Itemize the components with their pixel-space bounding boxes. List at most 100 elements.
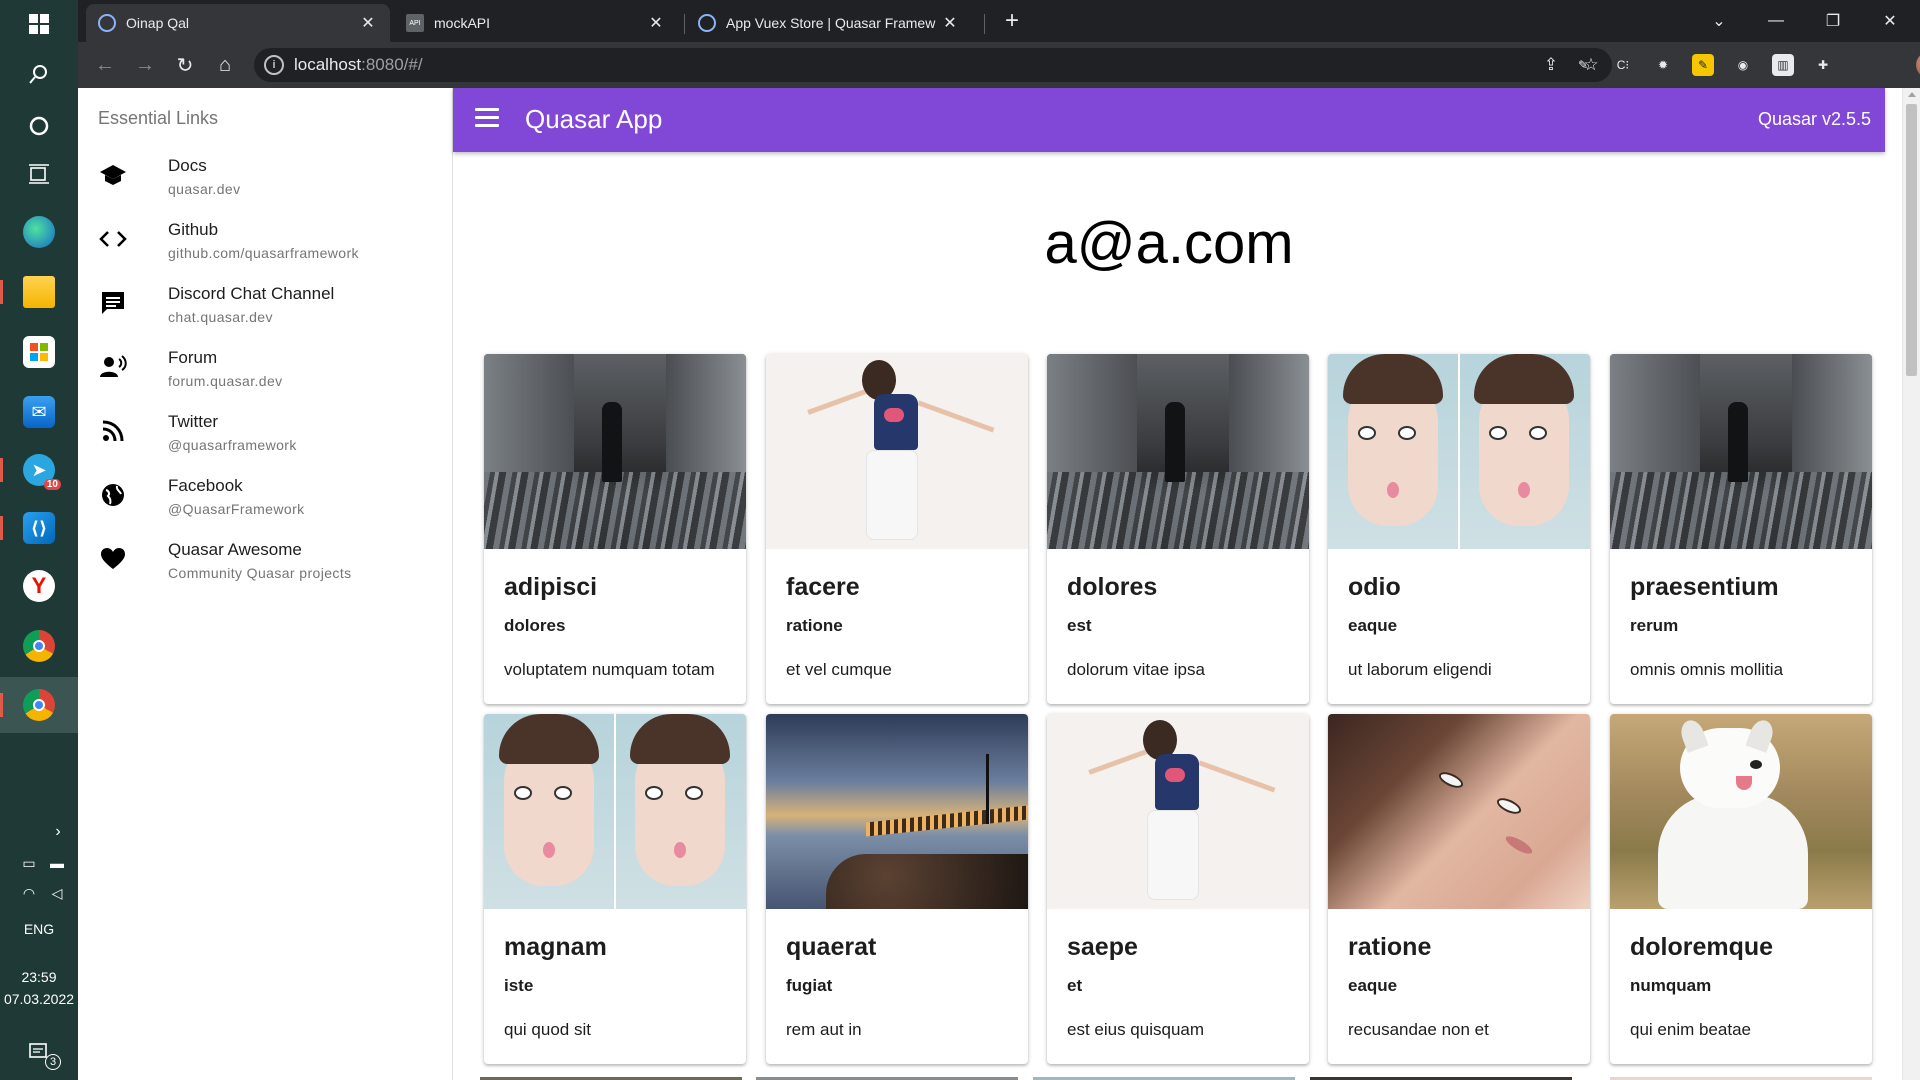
card-image bbox=[484, 714, 746, 909]
task-view-icon[interactable] bbox=[19, 154, 59, 194]
page-scrollbar[interactable] bbox=[1902, 88, 1920, 1080]
pen-icon[interactable]: ✎ bbox=[1572, 54, 1594, 76]
card-title: odio bbox=[1348, 573, 1401, 601]
tab-mockapi[interactable]: API mockAPI ✕ bbox=[394, 4, 678, 42]
card-subtitle: eaque bbox=[1348, 976, 1398, 995]
close-tab-icon[interactable]: ✕ bbox=[646, 13, 666, 33]
restore-icon[interactable]: ❐ bbox=[1805, 0, 1861, 42]
taskbar-app-telegram[interactable]: ➤ 10 bbox=[0, 442, 78, 498]
cortana-icon[interactable] bbox=[19, 106, 59, 146]
product-card[interactable]: saepe et est eius quisquam bbox=[1047, 714, 1309, 1064]
card-subtitle: numquam bbox=[1630, 976, 1712, 995]
drawer-link-forum[interactable]: Forum forum.quasar.dev bbox=[78, 338, 453, 402]
windows-start-icon[interactable] bbox=[19, 4, 59, 44]
drawer-link-github[interactable]: Github github.com/quasarframework bbox=[78, 210, 453, 274]
clock-date[interactable]: 07.03.2022 bbox=[0, 991, 78, 1007]
product-card[interactable]: ratione eaque recusandae non et bbox=[1328, 714, 1590, 1064]
taskbar-app-chrome[interactable] bbox=[0, 618, 78, 674]
card-subtitle: dolores bbox=[504, 616, 566, 635]
pinned-indicator bbox=[0, 280, 3, 304]
note-icon[interactable]: ✎ bbox=[1692, 54, 1714, 76]
record-voice-icon bbox=[98, 352, 128, 382]
tab-vuex-store[interactable]: App Vuex Store | Quasar Framew ✕ bbox=[686, 4, 972, 42]
taskbar-app-yandex[interactable]: Y bbox=[0, 558, 78, 614]
store-icon bbox=[23, 336, 55, 368]
volume-icon[interactable]: ◁ bbox=[46, 884, 68, 902]
card-text: ut laborum eligendi bbox=[1348, 660, 1492, 679]
home-icon[interactable]: ⌂ bbox=[210, 50, 240, 80]
product-card[interactable]: adipisci dolores voluptatem numquam tota… bbox=[484, 354, 746, 704]
tab-separator bbox=[684, 14, 685, 34]
card-text: rem aut in bbox=[786, 1020, 862, 1039]
close-tab-icon[interactable]: ✕ bbox=[940, 13, 960, 33]
url-text[interactable]: localhost:8080/#/ bbox=[294, 55, 423, 75]
vscode-icon: ⟨⟩ bbox=[23, 512, 55, 544]
drawer-link-facebook[interactable]: Facebook @QuasarFramework bbox=[78, 466, 453, 530]
drawer-link-docs[interactable]: Docs quasar.dev bbox=[78, 146, 453, 210]
tablet-mode-icon[interactable]: ▭ bbox=[18, 854, 40, 872]
taskbar-app-vscode[interactable]: ⟨⟩ bbox=[0, 500, 78, 556]
language-indicator[interactable]: ENG bbox=[0, 921, 78, 937]
menu-icon[interactable] bbox=[475, 108, 499, 128]
product-card[interactable]: doloremque numquam qui enim beatae bbox=[1610, 714, 1872, 1064]
card-title: adipisci bbox=[504, 573, 598, 601]
product-card[interactable]: magnam iste qui quod sit bbox=[484, 714, 746, 1064]
product-card[interactable]: quaerat fugiat rem aut in bbox=[766, 714, 1028, 1064]
share-icon[interactable]: ⇪ bbox=[1540, 54, 1562, 76]
close-tab-icon[interactable]: ✕ bbox=[358, 13, 378, 33]
clock-time[interactable]: 23:59 bbox=[0, 969, 78, 985]
product-card[interactable]: praesentium rerum omnis omnis mollitia bbox=[1610, 354, 1872, 704]
profile-avatar[interactable] bbox=[1916, 52, 1920, 78]
telegram-badge: 10 bbox=[43, 479, 61, 490]
puzzle-icon[interactable]: ✚ bbox=[1812, 54, 1834, 76]
card-image bbox=[1047, 354, 1309, 549]
scrollbar-thumb[interactable] bbox=[1906, 104, 1917, 376]
minimize-icon[interactable]: — bbox=[1748, 0, 1804, 42]
pinned-indicator bbox=[0, 516, 3, 540]
chevron-right-icon[interactable]: › bbox=[38, 812, 78, 852]
search-icon[interactable] bbox=[19, 54, 59, 94]
back-icon[interactable]: ← bbox=[90, 50, 120, 80]
css-icon[interactable]: C⁝ bbox=[1612, 54, 1634, 76]
link-title: Github bbox=[168, 220, 219, 239]
notification-count: 3 bbox=[45, 1054, 61, 1070]
drawer-link-discord[interactable]: Discord Chat Channel chat.quasar.dev bbox=[78, 274, 453, 338]
rss-feed-icon bbox=[98, 416, 128, 446]
link-title: Quasar Awesome bbox=[168, 540, 302, 559]
tab-search-chevron-icon[interactable]: ⌄ bbox=[1691, 0, 1747, 42]
tab-oinap-qal[interactable]: Oinap Qal ✕ bbox=[86, 4, 390, 42]
taskbar-app-file-explorer[interactable] bbox=[0, 264, 78, 320]
user-email-heading: a@a.com bbox=[1044, 211, 1294, 276]
product-card[interactable]: facere ratione et vel cumque bbox=[766, 354, 1028, 704]
drawer-link-twitter[interactable]: Twitter @quasarframework bbox=[78, 402, 453, 466]
favorite-icon bbox=[98, 544, 128, 574]
reload-icon[interactable]: ↻ bbox=[170, 50, 200, 80]
taskbar-app-chrome-profile[interactable] bbox=[0, 677, 78, 733]
radio-icon[interactable]: ◉ bbox=[1732, 54, 1754, 76]
address-bar[interactable]: i localhost:8080/#/ ⇪ ☆ bbox=[254, 48, 1612, 82]
mockapi-favicon-icon: API bbox=[406, 14, 424, 32]
taskbar-app-mail[interactable]: ✉ bbox=[0, 384, 78, 440]
card-title: quaerat bbox=[786, 933, 877, 961]
product-card[interactable]: dolores est dolorum vitae ipsa bbox=[1047, 354, 1309, 704]
folder-icon bbox=[23, 276, 55, 308]
drawer-link-quasar-awesome[interactable]: Quasar Awesome Community Quasar projects bbox=[78, 530, 453, 594]
link-title: Facebook bbox=[168, 476, 243, 495]
battery-icon[interactable]: ▬ bbox=[46, 854, 68, 872]
link-caption: chat.quasar.dev bbox=[168, 309, 273, 325]
quasar-favicon-icon bbox=[98, 14, 116, 32]
site-info-icon[interactable]: i bbox=[264, 55, 284, 75]
forward-icon[interactable]: → bbox=[130, 50, 160, 80]
chart-icon[interactable]: ▥ bbox=[1772, 54, 1794, 76]
close-window-icon[interactable]: ✕ bbox=[1862, 0, 1918, 42]
bug-icon[interactable]: ✹ bbox=[1652, 54, 1674, 76]
taskbar-app-store[interactable] bbox=[0, 324, 78, 380]
chrome-icon bbox=[23, 630, 55, 662]
new-tab-icon[interactable]: + bbox=[998, 8, 1026, 36]
product-card[interactable]: odio eaque ut laborum eligendi bbox=[1328, 354, 1590, 704]
notifications-icon[interactable]: 3 bbox=[19, 1032, 61, 1072]
scroll-up-icon[interactable] bbox=[1908, 92, 1916, 97]
card-subtitle: est bbox=[1067, 616, 1092, 635]
taskbar-app-edge[interactable] bbox=[0, 204, 78, 260]
wifi-icon[interactable]: ◠ bbox=[18, 884, 40, 902]
